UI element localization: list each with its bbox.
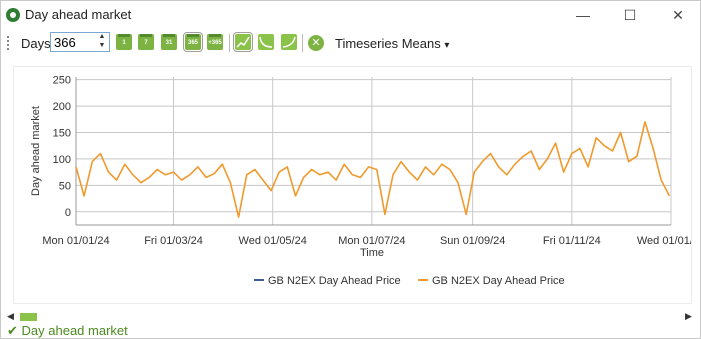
- window-title: Day ahead market: [25, 7, 132, 22]
- curve-chart-glyph: [259, 36, 273, 48]
- y-tick-label: 150: [53, 128, 71, 140]
- x-tick-label: Wed 01/05/24: [239, 235, 307, 247]
- app-logo-icon: [6, 8, 20, 22]
- close-button[interactable]: ✕: [666, 5, 690, 25]
- period-365-day-button[interactable]: 365: [183, 32, 203, 52]
- period-1-day-button[interactable]: 1: [116, 34, 132, 50]
- y-tick-label: 50: [59, 180, 71, 192]
- y-tick-label: 100: [53, 154, 71, 166]
- y-axis-title: Day ahead market: [30, 106, 42, 196]
- x-tick-label: Fri 01/11/24: [543, 235, 601, 247]
- spin-down-icon[interactable]: ▼: [97, 42, 107, 50]
- timeseries-means-dropdown[interactable]: Timeseries Means ▾: [335, 36, 449, 51]
- x-tick-label: Sun 01/09/24: [440, 235, 505, 247]
- title-bar: Day ahead market — ☐ ✕: [1, 1, 700, 29]
- toolbar-separator: [229, 34, 230, 52]
- area-chart-icon[interactable]: [281, 34, 297, 50]
- series-line: [75, 121, 671, 218]
- toolbar-grip[interactable]: [7, 36, 11, 50]
- chevron-down-icon: ▾: [444, 40, 450, 51]
- line-chart-glyph: [236, 36, 250, 48]
- y-tick-label: 200: [53, 101, 71, 113]
- minimize-button[interactable]: —: [571, 5, 595, 25]
- y-tick-label: 0: [65, 207, 71, 219]
- status-text: Day ahead market: [21, 323, 128, 338]
- clear-icon[interactable]: ✕: [308, 35, 324, 51]
- maximize-button[interactable]: ☐: [618, 5, 642, 25]
- area-chart-glyph: [282, 36, 296, 48]
- scrollbar-thumb[interactable]: [20, 313, 37, 321]
- legend-label: GB N2EX Day Ahead Price: [268, 275, 401, 287]
- x-tick-label: Mon 01/07/24: [338, 235, 405, 247]
- x-axis-title: Time: [360, 247, 384, 259]
- period-plus-365-button[interactable]: +365: [207, 34, 223, 50]
- scroll-left-icon[interactable]: ◀: [7, 311, 14, 322]
- timeseries-means-label: Timeseries Means: [335, 36, 441, 51]
- status-bar: ✔ Day ahead market: [7, 323, 128, 339]
- days-label: Days: [21, 36, 51, 51]
- curve-chart-icon[interactable]: [258, 34, 274, 50]
- toolbar: Days ▲ ▼ 1 7 31 365 +365 ✕ Timeseries Me…: [1, 30, 700, 56]
- line-chart-icon[interactable]: [233, 32, 253, 52]
- app-window: Day ahead market — ☐ ✕ Days ▲ ▼ 1 7 31 3…: [0, 0, 701, 339]
- check-icon: ✔: [7, 323, 18, 338]
- x-tick-label: Wed 01/01/25: [637, 235, 691, 247]
- toolbar-separator: [302, 34, 303, 52]
- chart-panel: Mon 01/01/24 Fri 01/03/24 Wed 01/05/24 Mon …: [13, 66, 701, 304]
- spin-up-icon[interactable]: ▲: [97, 33, 107, 41]
- period-7-day-button[interactable]: 7: [138, 34, 154, 50]
- y-tick-label: 250: [53, 75, 71, 87]
- scroll-right-icon[interactable]: ▶: [685, 311, 692, 322]
- period-31-day-button[interactable]: 31: [161, 34, 177, 50]
- price-chart[interactable]: Mon 01/01/24 Fri 01/03/24 Wed 01/05/24 Mon …: [14, 67, 701, 303]
- x-tick-label: Fri 01/03/24: [144, 235, 203, 247]
- legend-label: GB N2EX Day Ahead Price: [432, 275, 565, 287]
- horizontal-scrollbar[interactable]: ◀ ▶: [1, 310, 700, 324]
- x-tick-label: Mon 01/01/24: [42, 235, 109, 247]
